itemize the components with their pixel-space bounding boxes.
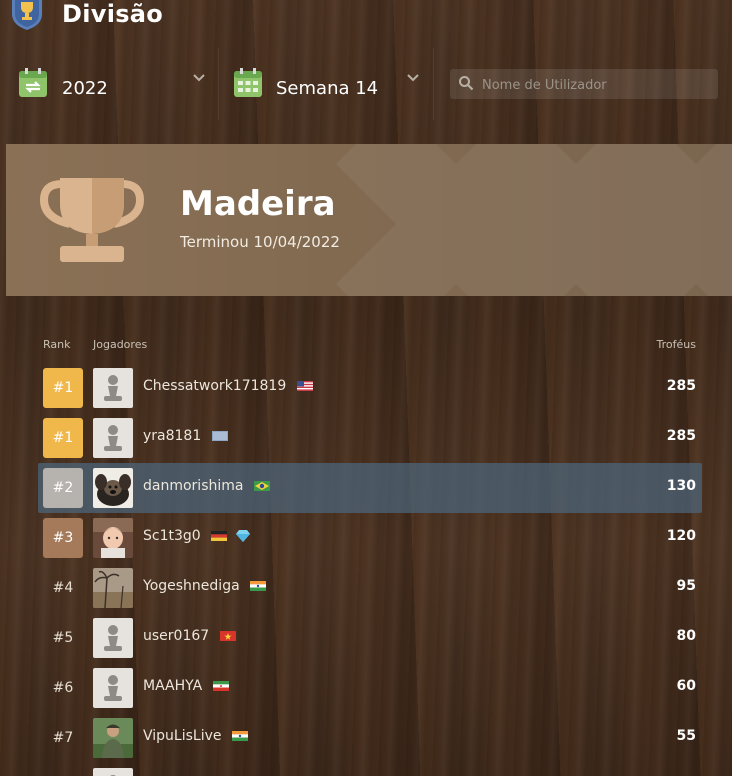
pawn-avatar-icon: [93, 768, 133, 776]
trophy-count: 285: [666, 378, 696, 394]
baby-photo-avatar: [93, 518, 133, 558]
leaderboard-row[interactable]: #3 Sc1t3g0 120: [38, 513, 702, 563]
trophy-count: 60: [676, 678, 696, 694]
year-select-value: 2022: [62, 78, 108, 99]
avatar[interactable]: [93, 368, 133, 408]
column-rank: Rank: [43, 338, 71, 351]
rank-badge: #7: [52, 730, 74, 746]
player-name-cell: MAAHYA: [143, 678, 229, 694]
player-name-cell: yra8181: [143, 428, 228, 444]
player-name[interactable]: danmorishima: [143, 478, 243, 494]
flag-de-icon: [211, 531, 228, 541]
leaderboard-row[interactable]: #7 VipuLisLive 55: [38, 713, 702, 763]
pawn-avatar-icon: [93, 368, 133, 408]
page-title: Divisão: [62, 0, 164, 28]
player-name[interactable]: Sc1t3g0: [143, 528, 201, 544]
avatar[interactable]: [93, 518, 133, 558]
trophy-count: 95: [676, 578, 696, 594]
filter-toolbar: 2022 Semana 14: [0, 48, 732, 120]
chevron-down-icon: [407, 74, 419, 82]
player-name[interactable]: Yogeshnediga: [143, 578, 240, 594]
trophy-count: 130: [666, 478, 696, 494]
rank-badge: #1: [43, 418, 83, 458]
diamond-membership-icon: [235, 530, 250, 542]
trophy-icon: [40, 178, 144, 262]
leaderboard-row[interactable]: #6 MAAHYA 60: [38, 663, 702, 713]
beach-photo-avatar: [93, 568, 133, 608]
leaderboard-header: Rank Jogadores Troféus: [38, 330, 702, 360]
username-search-input[interactable]: [480, 73, 712, 97]
leaderboard-row[interactable]: #4 Yogeshnediga 95: [38, 563, 702, 613]
rank-badge: #2: [43, 468, 83, 508]
person-photo-avatar: [93, 718, 133, 758]
player-name-cell: VipuLisLive: [143, 728, 248, 744]
player-name-cell: danmorishima: [143, 478, 270, 494]
leaderboard-row-partial[interactable]: [38, 763, 702, 776]
calendar-repeat-icon: [19, 68, 47, 97]
avatar[interactable]: [93, 668, 133, 708]
avatar[interactable]: [93, 468, 133, 508]
page-header: Divisão: [0, 0, 732, 34]
pawn-avatar-icon: [93, 618, 133, 658]
week-select-value: Semana 14: [276, 78, 379, 99]
rank-badge: #6: [52, 680, 74, 696]
flag-ir-icon: [212, 681, 229, 691]
pawn-avatar-icon: [93, 668, 133, 708]
column-trophies: Troféus: [656, 338, 696, 351]
flag-in-icon: [250, 581, 267, 591]
leaderboard-row[interactable]: #5 user0167 80: [38, 613, 702, 663]
trophy-count: 120: [666, 528, 696, 544]
year-select[interactable]: 2022: [0, 48, 219, 120]
column-players: Jogadores: [93, 338, 148, 351]
league-end-date: Terminou 10/04/2022: [180, 233, 340, 251]
flag-vn-icon: [219, 631, 236, 641]
league-banner: Madeira Terminou 10/04/2022: [6, 144, 732, 296]
pawn-avatar-icon: [93, 418, 133, 458]
rank-badge: #4: [52, 580, 74, 596]
trophy-count: 80: [676, 628, 696, 644]
username-search[interactable]: [450, 69, 718, 99]
rank-badge: #1: [43, 368, 83, 408]
player-name[interactable]: yra8181: [143, 428, 201, 444]
flag-us-icon: [296, 381, 313, 391]
player-name[interactable]: MAAHYA: [143, 678, 202, 694]
week-select[interactable]: Semana 14: [219, 48, 434, 120]
player-name[interactable]: user0167: [143, 628, 209, 644]
player-name[interactable]: VipuLisLive: [143, 728, 222, 744]
trophy-count: 55: [676, 728, 696, 744]
player-name-cell: Yogeshnediga: [143, 578, 267, 594]
division-shield-icon: [12, 0, 42, 30]
player-name-cell: Sc1t3g0: [143, 528, 250, 544]
avatar[interactable]: [93, 568, 133, 608]
flag-international-icon: [211, 431, 228, 441]
rank-badge: #5: [52, 630, 74, 646]
player-name-cell: user0167: [143, 628, 236, 644]
calendar-icon: [234, 68, 262, 97]
avatar[interactable]: [93, 768, 133, 776]
trophy-count: 285: [666, 428, 696, 444]
diamond-pattern: [336, 144, 732, 296]
flag-br-icon: [253, 481, 270, 491]
chevron-down-icon: [193, 74, 205, 82]
dog-photo-avatar: [93, 468, 133, 508]
leaderboard-row[interactable]: #1 yra8181 285: [38, 413, 702, 463]
avatar[interactable]: [93, 718, 133, 758]
leaderboard-row[interactable]: #1 Chessatwork171819 285: [38, 363, 702, 413]
avatar[interactable]: [93, 418, 133, 458]
player-name-cell: Chessatwork171819: [143, 378, 313, 394]
leaderboard-row-current-user[interactable]: #2 danmorishima 130: [38, 463, 702, 513]
avatar[interactable]: [93, 618, 133, 658]
search-icon: [459, 76, 474, 91]
league-name: Madeira: [180, 184, 336, 224]
rank-badge: #3: [43, 518, 83, 558]
player-name[interactable]: Chessatwork171819: [143, 378, 286, 394]
flag-in-icon: [231, 731, 248, 741]
